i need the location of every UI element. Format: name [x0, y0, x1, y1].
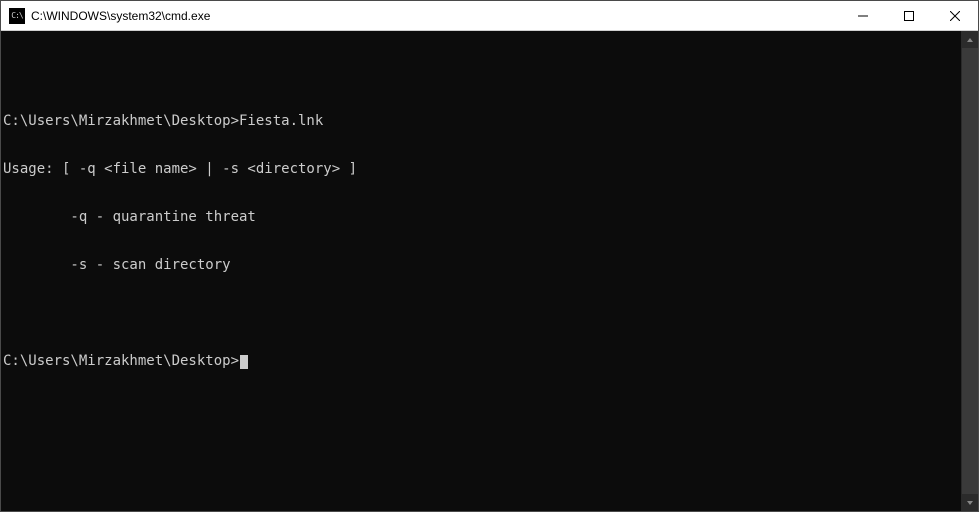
vertical-scrollbar[interactable] — [961, 31, 978, 511]
client-area: C:\Users\Mirzakhmet\Desktop>Fiesta.lnk U… — [1, 31, 978, 511]
chevron-up-icon — [966, 36, 974, 44]
scrollbar-thumb[interactable] — [962, 48, 978, 494]
minimize-icon — [858, 11, 868, 21]
scroll-up-button[interactable] — [962, 31, 978, 48]
maximize-icon — [904, 11, 914, 21]
terminal-prompt: C:\Users\Mirzakhmet\Desktop> — [3, 353, 239, 369]
terminal-line — [3, 65, 957, 81]
close-button[interactable] — [932, 1, 978, 30]
cmd-window: C:\ C:\WINDOWS\system32\cmd.exe C:\Users… — [0, 0, 979, 512]
minimize-button[interactable] — [840, 1, 886, 30]
maximize-button[interactable] — [886, 1, 932, 30]
scroll-down-button[interactable] — [962, 494, 978, 511]
close-icon — [950, 11, 960, 21]
window-title: C:\WINDOWS\system32\cmd.exe — [31, 9, 840, 23]
cmd-icon: C:\ — [9, 8, 25, 24]
chevron-down-icon — [966, 499, 974, 507]
terminal-line: -s - scan directory — [3, 257, 957, 273]
terminal-prompt-line: C:\Users\Mirzakhmet\Desktop> — [3, 353, 957, 369]
titlebar[interactable]: C:\ C:\WINDOWS\system32\cmd.exe — [1, 1, 978, 31]
scrollbar-track[interactable] — [962, 48, 978, 494]
cursor — [240, 355, 248, 369]
window-controls — [840, 1, 978, 30]
terminal-line — [3, 305, 957, 321]
terminal-line: -q - quarantine threat — [3, 209, 957, 225]
terminal-line: Usage: [ -q <file name> | -s <directory>… — [3, 161, 957, 177]
terminal-line: C:\Users\Mirzakhmet\Desktop>Fiesta.lnk — [3, 113, 957, 129]
terminal-output[interactable]: C:\Users\Mirzakhmet\Desktop>Fiesta.lnk U… — [1, 31, 961, 511]
